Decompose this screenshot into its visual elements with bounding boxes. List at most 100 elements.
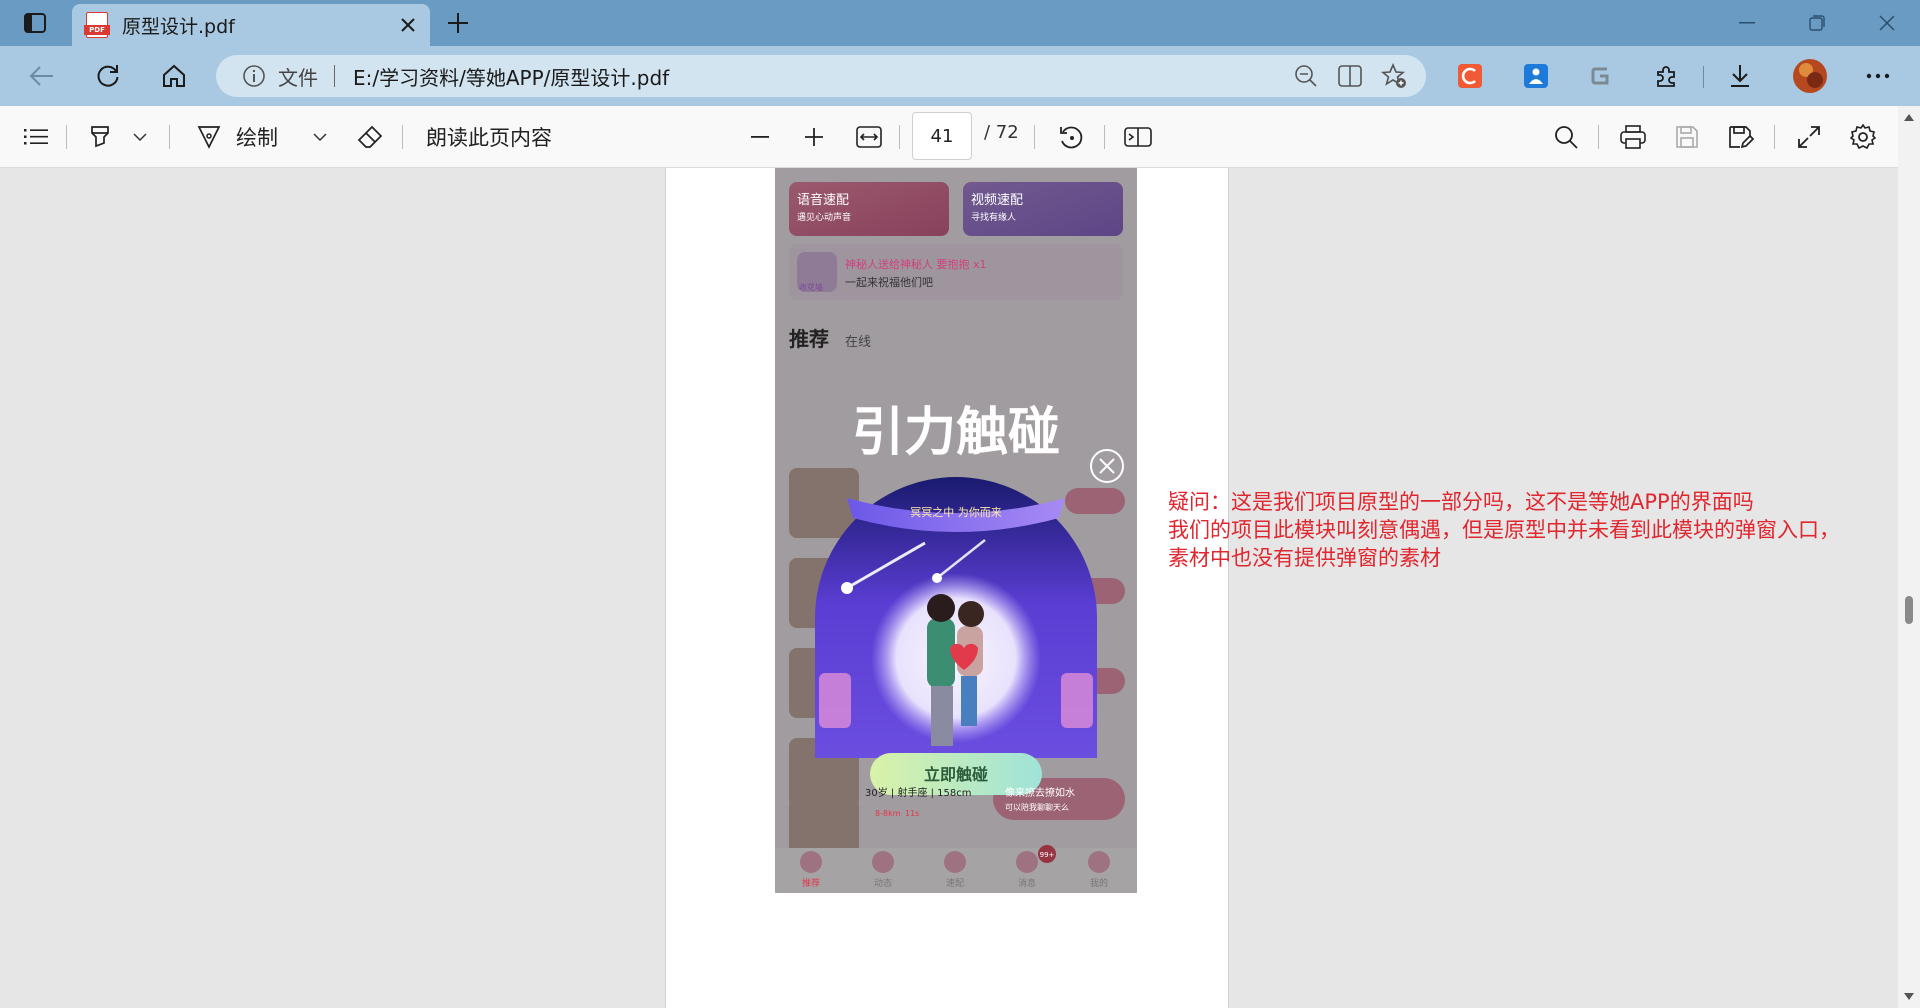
scrollbar-thumb[interactable] <box>1905 596 1913 624</box>
divider <box>899 125 900 149</box>
divider <box>1598 125 1599 149</box>
fit-width-icon <box>856 126 882 148</box>
phone-screenshot: 引力触碰 冥冥之中 为你而来 立即触碰 语音速配 遇见心动声音 视频速配 寻找有… <box>775 168 1137 893</box>
page-number-input[interactable]: 41 <box>912 112 972 160</box>
tab-close-button[interactable] <box>392 9 424 41</box>
downloads-button[interactable] <box>1724 60 1756 92</box>
contents-button[interactable] <box>18 119 54 155</box>
highlight-dropdown[interactable] <box>126 119 154 155</box>
popup-ribbon-text: 冥冥之中 为你而来 <box>910 505 1002 519</box>
draw-pen-icon <box>197 126 221 149</box>
save-as-button[interactable] <box>1722 119 1760 155</box>
avatar-icon <box>1793 59 1827 93</box>
minus-icon <box>751 136 769 138</box>
file-scheme-label: 文件 <box>278 65 318 90</box>
extension-g-button[interactable] <box>1584 60 1616 92</box>
profile-avatar[interactable] <box>1790 56 1830 96</box>
back-button[interactable] <box>22 56 62 96</box>
extensions-button[interactable] <box>1650 60 1682 92</box>
close-icon <box>1879 15 1895 31</box>
extension-g-icon <box>1591 67 1609 85</box>
info-icon[interactable] <box>242 64 266 88</box>
draw-button[interactable]: 绘制 <box>196 119 292 155</box>
minimize-button[interactable] <box>1712 0 1782 46</box>
tab-recommend: 推荐 <box>789 327 829 351</box>
zoom-out-button[interactable] <box>742 119 778 155</box>
save-icon <box>1676 126 1698 148</box>
restore-button[interactable] <box>1782 0 1852 46</box>
search-icon <box>1555 126 1578 149</box>
broadcast-line-2: 一起来祝福他们吧 <box>845 275 933 289</box>
download-icon <box>1731 65 1749 87</box>
scroll-up-arrow-icon[interactable] <box>1903 112 1915 122</box>
chevron-down-icon <box>133 133 147 141</box>
list-item-name: 30岁 | 射手座 | 158cm <box>865 786 972 799</box>
fit-width-button[interactable] <box>850 119 888 155</box>
window-close-button[interactable] <box>1852 0 1920 46</box>
print-icon <box>1620 125 1646 149</box>
video-match-title: 视频速配 <box>971 193 1023 208</box>
browser-tab[interactable]: PDF 原型设计.pdf <box>72 4 430 46</box>
comment-line-2: 我们的项目此模块叫刻意偶遇，但是原型中并未看到此模块的弹窗入口， <box>1168 518 1840 542</box>
split-screen-icon <box>1338 65 1362 87</box>
plus-icon <box>805 128 823 146</box>
zoom-out-button[interactable] <box>1284 55 1328 97</box>
zoom-out-icon <box>1295 65 1317 87</box>
divider <box>169 125 170 149</box>
divider <box>1104 125 1105 149</box>
pdf-viewer-area: 引力触碰 冥冥之中 为你而来 立即触碰 语音速配 遇见心动声音 视频速配 寻找有… <box>0 168 1920 1008</box>
tab-actions-button[interactable] <box>14 8 56 38</box>
save-button[interactable] <box>1668 119 1706 155</box>
settings-button[interactable] <box>1844 119 1882 155</box>
app-screenshot-image: 引力触碰 冥冥之中 为你而来 立即触碰 语音速配 遇见心动声音 视频速配 寻找有… <box>775 168 1137 893</box>
settings-more-button[interactable] <box>1862 60 1894 92</box>
list-item-distance: 8-8km <box>875 809 901 818</box>
split-screen-button[interactable] <box>1328 55 1372 97</box>
divider <box>1774 125 1775 149</box>
page-view-button[interactable] <box>1118 119 1158 155</box>
highlight-button[interactable] <box>80 119 120 155</box>
draw-label: 绘制 <box>236 126 278 150</box>
erase-button[interactable] <box>350 119 390 155</box>
find-button[interactable] <box>1548 119 1584 155</box>
tab-title: 原型设计.pdf <box>122 15 235 38</box>
divider <box>402 125 403 149</box>
home-button[interactable] <box>154 56 194 96</box>
comment-line-3: 素材中也没有提供弹窗的素材 <box>1168 546 1441 570</box>
zoom-in-button[interactable] <box>796 119 832 155</box>
broadcast-line-1: 神秘人送给神秘人 要抱抱 x1 <box>845 257 987 271</box>
fullscreen-button[interactable] <box>1790 119 1828 155</box>
refresh-button[interactable] <box>88 56 128 96</box>
gear-icon <box>1850 124 1876 150</box>
read-aloud-label: 朗读此页内容 <box>426 126 552 150</box>
expand-icon <box>1798 126 1820 148</box>
extension-c-icon <box>1458 64 1482 88</box>
extension-person-icon <box>1524 64 1548 88</box>
url-text[interactable]: E:/学习资料/等她APP/原型设计.pdf <box>353 62 1284 91</box>
extension-person-button[interactable] <box>1520 60 1552 92</box>
add-favorite-button[interactable] <box>1372 55 1416 97</box>
restore-icon <box>1809 15 1825 31</box>
tab-online: 在线 <box>845 335 871 350</box>
extension-c-button[interactable] <box>1454 60 1486 92</box>
new-tab-button[interactable] <box>442 7 474 39</box>
scroll-down-arrow-icon[interactable] <box>1903 992 1915 1002</box>
rotate-button[interactable] <box>1052 119 1090 155</box>
save-as-icon <box>1729 126 1754 149</box>
popup-action-label: 立即触碰 <box>924 765 988 784</box>
close-icon <box>401 18 415 32</box>
list-item-tag: 像来撩去撩如水 <box>1005 786 1075 799</box>
refresh-icon <box>97 65 119 87</box>
more-icon <box>1866 73 1890 79</box>
bottom-nav-messages: 消息 <box>1018 877 1036 889</box>
read-aloud-button[interactable]: 朗读此页内容 <box>426 119 566 155</box>
divider <box>1703 66 1704 88</box>
review-comment: 疑问：这是我们项目原型的一部分吗，这不是等她APP的界面吗 我们的项目此模块叫刻… <box>1168 488 1908 572</box>
print-button[interactable] <box>1614 119 1652 155</box>
draw-dropdown[interactable] <box>306 119 334 155</box>
address-bar[interactable]: 文件 E:/学习资料/等她APP/原型设计.pdf <box>216 55 1426 97</box>
vertical-scrollbar[interactable] <box>1898 106 1920 1008</box>
video-match-subtitle: 寻找有缘人 <box>971 211 1016 223</box>
bottom-nav-recommend: 推荐 <box>802 877 820 889</box>
broadcast-badge: 收花墙 <box>799 282 823 292</box>
